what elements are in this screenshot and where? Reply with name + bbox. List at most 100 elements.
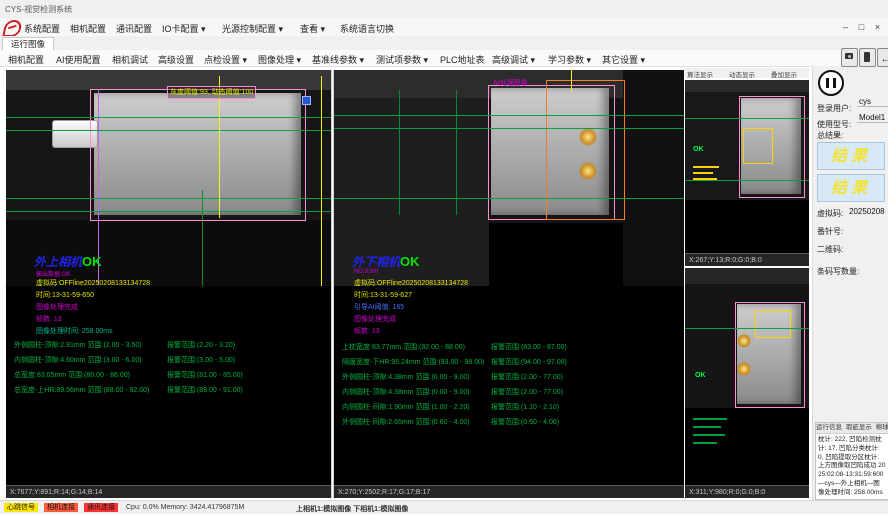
roi-handle-icon[interactable] [302, 96, 311, 105]
micro-text-bar [693, 172, 713, 174]
preview1-scene[interactable]: OK [685, 80, 809, 254]
stats-tab-run[interactable]: 运行信息 [816, 424, 842, 431]
menu-view[interactable]: 查看 ▾ [300, 22, 325, 35]
alarm-range: 报警范围:(81.00 - 85.00) [167, 370, 243, 380]
tool-image-process[interactable]: 图像处理 ▾ [258, 53, 301, 66]
measure-row: 内侧圆柱-间隙:1.90mm 范围:(1.00 - 2.20) [342, 402, 470, 412]
device-button[interactable] [859, 48, 876, 67]
menu-camera-config[interactable]: 相机配置 [70, 22, 106, 35]
roi-rect-orange [546, 80, 625, 220]
menu-system-config[interactable]: 系统配置 [24, 22, 60, 35]
machine-top-rail [685, 268, 809, 284]
preview1-cursor-coords: X:267;Y:13;R:0;G:0;B:0 [685, 253, 809, 266]
measure-row: 总宽度:83.05mm 范围:(80.00 - 86.00) [14, 370, 130, 380]
preview1-view[interactable]: OK X:267;Y:13;R:0;G:0;B:0 [685, 80, 809, 266]
tool-camera-debug[interactable]: 相机调试 [112, 53, 148, 66]
tool-ai-config[interactable]: AI使用配置 [56, 53, 101, 66]
minimize-button[interactable]: – [838, 20, 853, 34]
machine-door [623, 70, 684, 286]
virtual-code-label: 虚拟码: [817, 208, 843, 219]
tool-learn-param[interactable]: 学习参数 ▾ [548, 53, 591, 66]
preview-header-2[interactable]: 动态显示 [729, 69, 755, 79]
measure-row: 总宽度-上HR:89.56mm 范围:(88.00 - 92.00) [14, 385, 149, 395]
needle-label: 番针号: [817, 226, 843, 237]
menu-io-config[interactable]: IO卡配置 ▾ [162, 22, 206, 35]
camera1-view[interactable]: 灰度阈值:93, 动态阈值:100 外上相机OK 输出数据:OK 虚拟码:OFF… [6, 70, 332, 498]
tool-plc-table[interactable]: PLC地址表 [440, 53, 485, 66]
camera2-status: 图像处理完成 [354, 314, 396, 324]
preview2-scene[interactable]: OK [685, 268, 809, 486]
stats-tab-defect[interactable]: 瑕疵显示 [846, 424, 872, 431]
baseline-1 [334, 115, 684, 116]
measure-line-yellow-2 [321, 76, 322, 286]
baseline-3 [6, 198, 331, 199]
measure-row: 外侧圆柱-顶隙:2.91mm 范围:(2.00 - 3.50) [14, 340, 142, 350]
camera1-cursor-coords: X:7677;Y:891;R:14;G:14;B:14 [6, 485, 331, 498]
comm-link-badge: 通讯连接 [84, 503, 118, 512]
right-panel: ← 登录用户: cys 使用型号: Model1 总结果: 结果 结果 虚拟码:… [812, 66, 888, 502]
menu-language-switch[interactable]: 系统语言切换 [340, 22, 394, 35]
maximize-button[interactable]: □ [854, 20, 869, 34]
preview2-cursor-coords: X:311;Y:980;R:0;G:0;B:0 [685, 485, 809, 498]
camera2-scene[interactable]: AI处理图像 外下相机OK NG:0;0/0 虚拟码:OFFline202502… [334, 70, 684, 485]
preview-header-3[interactable]: 叠加显示 [771, 69, 797, 79]
baseline-2 [6, 130, 331, 131]
alarm-range: 报警范围:(2.20 - 3.20) [167, 340, 235, 350]
window-title: CYS-视觉检测系统 [5, 4, 72, 15]
camera1-time: 时间:13-31-59-650 [36, 290, 94, 300]
tool-advanced-set[interactable]: 高级设置 [158, 53, 194, 66]
tool-spotcheck-set[interactable]: 点检设置 ▾ [204, 53, 247, 66]
camera-capture-button[interactable] [841, 48, 858, 67]
micro-text-bar [693, 442, 717, 444]
alarm-range: 报警范围:(94.00 - 97.00) [491, 357, 567, 367]
baseline-4 [6, 211, 331, 212]
tool-baseline-param[interactable]: 基准线参数 ▾ [312, 53, 364, 66]
roi-rect-yellow [755, 310, 791, 338]
baseline-2 [334, 128, 684, 129]
preview-header-row: 算法显示 动态显示 叠加显示 [685, 68, 809, 78]
reflection-spot-1 [737, 334, 751, 348]
camera-icon [845, 53, 853, 59]
preview2-view[interactable]: OK X:311;Y:980;R:0;G:0;B:0 [685, 268, 809, 498]
camera2-time: 时间:13-31-59-627 [354, 290, 412, 300]
total-result-label: 总结果: [817, 130, 843, 141]
measure-row: 外侧圆柱-顶隙:4.38mm 范围:(0.00 - 9.00) [342, 372, 470, 382]
alarm-range: 报警范围:(83.00 - 87.00) [491, 342, 567, 352]
preview-header-1[interactable]: 算法显示 [687, 69, 713, 79]
camera2-barcode: 虚拟码:OFFline20250208133134728 [354, 278, 468, 288]
cpu-memory-text: Cpu: 0.0% Memory: 3424.41796875M [126, 504, 244, 511]
roi-rect-pink [90, 89, 306, 221]
baseline-2 [685, 180, 809, 181]
camera2-view[interactable]: AI处理图像 外下相机OK NG:0;0/0 虚拟码:OFFline202502… [333, 70, 684, 498]
micro-text-bar [693, 434, 725, 436]
micro-text-bar [693, 418, 727, 420]
barcode-count-label: 条码写数量: [817, 266, 859, 277]
camera2-frames: 帧数: 13 [354, 326, 380, 336]
camera2-name: 外下相机 [352, 255, 400, 269]
roi-rect-yellow [743, 128, 773, 164]
tool-other-set[interactable]: 其它设置 ▾ [602, 53, 645, 66]
tool-advanced-debug[interactable]: 高级调试 ▾ [492, 53, 535, 66]
result-box-1: 结果 [817, 142, 885, 170]
alarm-range: 报警范围:(1.10 - 2.10) [491, 402, 559, 412]
login-user-value: cys [857, 97, 888, 107]
measure-row: 外侧圆柱-间隙:2.65mm 范围:(0.60 - 4.00) [342, 417, 470, 427]
tool-camera-config[interactable]: 相机配置 [8, 53, 44, 66]
model-label: 使用型号: [817, 120, 851, 129]
menu-light-config[interactable]: 光源控制配置 ▾ [222, 22, 283, 35]
baseline-3 [334, 198, 684, 199]
measure-line-green-1 [399, 90, 400, 215]
stats-tab-cotton[interactable]: 棉球信息 [876, 424, 888, 431]
close-button[interactable]: × [870, 20, 885, 34]
tool-test-param[interactable]: 测试项参数 ▾ [376, 53, 428, 66]
alarm-range: 报警范围:(2.00 - 77.00) [491, 387, 563, 397]
menu-comm-config[interactable]: 通讯配置 [116, 22, 152, 35]
tab-run-image[interactable]: 运行图像 [2, 37, 54, 51]
pause-button[interactable] [818, 70, 844, 96]
camera1-ok-badge: OK [82, 254, 102, 269]
camera1-scene[interactable]: 灰度阈值:93, 动态阈值:100 外上相机OK 输出数据:OK 虚拟码:OFF… [6, 70, 331, 485]
back-button[interactable]: ← [877, 48, 888, 67]
status-bar: 心跳信号 相机连接 通讯连接 Cpu: 0.0% Memory: 3424.41… [0, 500, 888, 514]
measure-row: 内侧圆柱-顶隙:4.60mm 范围:(3.00 - 6.00) [14, 355, 142, 365]
camera2-ai-threshold: 引导AI阈值: 165 [354, 302, 404, 312]
